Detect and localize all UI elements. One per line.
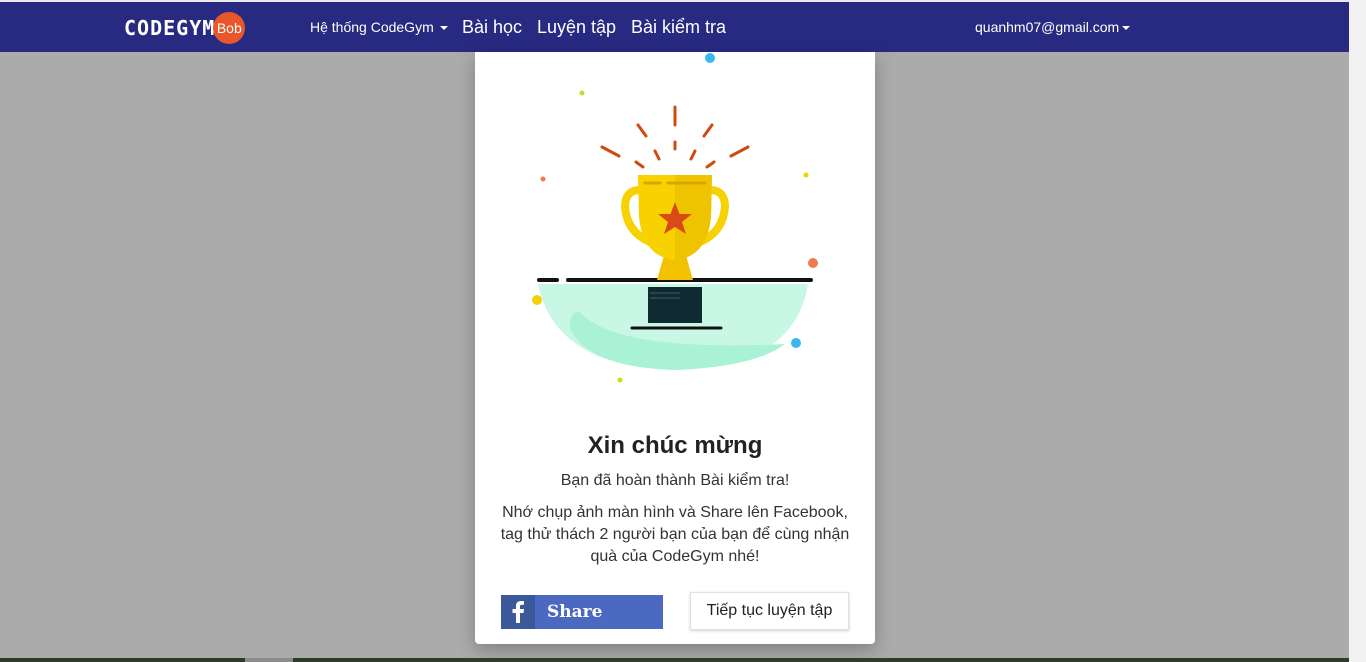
congrats-modal: Xin chúc mừng Bạn đã hoàn thành Bài kiểm…: [475, 52, 875, 644]
user-email: quanhm07@gmail.com: [975, 19, 1120, 35]
codegym-logo[interactable]: CODEGYM Bob: [124, 12, 246, 44]
nav-system-dropdown[interactable]: Hệ thống CodeGym: [310, 2, 448, 52]
share-label: Share: [547, 602, 603, 622]
continue-practice-button[interactable]: Tiếp tục luyện tập: [690, 592, 849, 630]
nav-tests[interactable]: Bài kiểm tra: [631, 2, 726, 52]
facebook-share-button[interactable]: Share: [501, 595, 663, 629]
nav-practice[interactable]: Luyện tập: [537, 2, 616, 52]
nav-lessons[interactable]: Bài học: [462, 2, 522, 52]
logo-badge: Bob: [213, 12, 246, 44]
modal-title: Xin chúc mừng: [587, 432, 763, 459]
modal-message: Nhớ chụp ảnh màn hình và Share lên Faceb…: [500, 504, 850, 565]
vertical-scrollbar[interactable]: [1349, 0, 1366, 662]
top-navbar: CODEGYM Bob Hệ thống CodeGym Bài học Luy…: [0, 2, 1349, 52]
taskbar-strip: [0, 658, 1349, 662]
caret-down-icon: [439, 26, 448, 31]
caret-down-icon: [1122, 26, 1131, 31]
nav-system-label: Hệ thống CodeGym: [310, 19, 434, 35]
taskbar-item[interactable]: [245, 658, 293, 662]
user-menu-dropdown[interactable]: quanhm07@gmail.com: [975, 2, 1131, 52]
logo-text: CODEGYM: [124, 16, 216, 40]
trophy-illustration: [532, 53, 818, 383]
facebook-icon: [501, 595, 535, 629]
modal-subtitle: Bạn đã hoàn thành Bài kiểm tra!: [560, 472, 790, 489]
